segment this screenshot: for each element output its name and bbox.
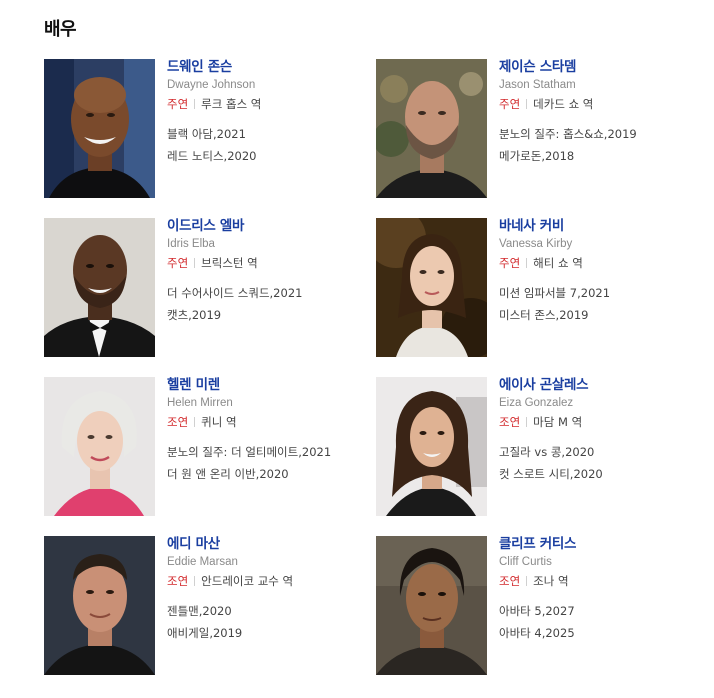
actor-photo[interactable] bbox=[44, 59, 155, 198]
divider bbox=[526, 576, 528, 586]
filmography-link[interactable]: 아바타 4,2025 bbox=[499, 622, 699, 644]
filmography-link[interactable]: 컷 스로트 시티,2020 bbox=[499, 463, 699, 485]
actor-english-name: Eiza Gonzalez bbox=[499, 397, 574, 409]
actor-card: 바네사 커비 Vanessa Kirby 주연 해티 쇼 역 미션 임파서블 7,… bbox=[376, 218, 696, 358]
actor-photo[interactable] bbox=[376, 59, 487, 198]
filmography-link[interactable]: 아바타 5,2027 bbox=[499, 600, 699, 622]
actor-english-name: Eddie Marsan bbox=[167, 556, 238, 568]
actor-english-name: Idris Elba bbox=[167, 238, 215, 250]
role-type-label: 주연 bbox=[167, 97, 189, 111]
filmography-link[interactable]: 더 원 앤 온리 이반,2020 bbox=[167, 463, 367, 485]
filmography-link[interactable]: 미션 임파서블 7,2021 bbox=[499, 282, 699, 304]
filmography-link[interactable]: 더 수어사이드 스쿼드,2021 bbox=[167, 282, 367, 304]
actor-card: 에디 마산 Eddie Marsan 조연 안드레이코 교수 역 젠틀맨,2020… bbox=[44, 536, 364, 676]
divider bbox=[194, 99, 196, 109]
actor-english-name: Vanessa Kirby bbox=[499, 238, 573, 250]
role-name: 퀴니 역 bbox=[201, 415, 237, 429]
actor-english-name: Cliff Curtis bbox=[499, 556, 552, 568]
filmography-link[interactable]: 블랙 아담,2021 bbox=[167, 123, 367, 145]
role-type-label: 주연 bbox=[167, 256, 189, 270]
role-name: 안드레이코 교수 역 bbox=[201, 574, 294, 588]
role-type-label: 주연 bbox=[499, 97, 521, 111]
section-title: 배우 bbox=[44, 19, 77, 40]
actor-photo[interactable] bbox=[376, 218, 487, 357]
actor-card: 드웨인 존슨 Dwayne Johnson 주연 루크 홉스 역 블랙 아담,20… bbox=[44, 59, 364, 199]
actor-card: 제이슨 스타뎀 Jason Statham 주연 데카드 쇼 역 분노의 질주: … bbox=[376, 59, 696, 199]
divider bbox=[526, 258, 528, 268]
divider bbox=[194, 258, 196, 268]
actor-card: 헬렌 미렌 Helen Mirren 조연 퀴니 역 분노의 질주: 더 얼티메이… bbox=[44, 377, 364, 517]
filmography-link[interactable]: 분노의 질주: 더 얼티메이트,2021 bbox=[167, 441, 367, 463]
role-name: 루크 홉스 역 bbox=[201, 97, 262, 111]
actor-card: 이드리스 엘바 Idris Elba 주연 브릭스턴 역 더 수어사이드 스쿼드,… bbox=[44, 218, 364, 358]
actor-name[interactable]: 클리프 커티스 bbox=[499, 536, 699, 552]
actor-name[interactable]: 이드리스 엘바 bbox=[167, 218, 367, 234]
role-name: 데카드 쇼 역 bbox=[533, 97, 594, 111]
actor-card: 에이사 곤살레스 Eiza Gonzalez 조연 마담 M 역 고질라 vs 콩… bbox=[376, 377, 696, 517]
filmography-link[interactable]: 애비게일,2019 bbox=[167, 622, 367, 644]
actor-photo[interactable] bbox=[44, 536, 155, 675]
role-type-label: 조연 bbox=[499, 574, 521, 588]
role-name: 조나 역 bbox=[533, 574, 569, 588]
role-name: 해티 쇼 역 bbox=[533, 256, 583, 270]
filmography-link[interactable]: 메가로돈,2018 bbox=[499, 145, 699, 167]
actor-photo[interactable] bbox=[44, 377, 155, 516]
actor-photo[interactable] bbox=[376, 536, 487, 675]
actor-english-name: Dwayne Johnson bbox=[167, 79, 256, 91]
actor-photo[interactable] bbox=[376, 377, 487, 516]
actor-photo[interactable] bbox=[44, 218, 155, 357]
actor-name[interactable]: 드웨인 존슨 bbox=[167, 59, 367, 75]
filmography-link[interactable]: 고질라 vs 콩,2020 bbox=[499, 441, 699, 463]
filmography-link[interactable]: 레드 노티스,2020 bbox=[167, 145, 367, 167]
actor-name[interactable]: 헬렌 미렌 bbox=[167, 377, 367, 393]
role-name: 마담 M 역 bbox=[533, 415, 583, 429]
actor-name[interactable]: 에디 마산 bbox=[167, 536, 367, 552]
actor-name[interactable]: 바네사 커비 bbox=[499, 218, 699, 234]
divider bbox=[526, 99, 528, 109]
role-type-label: 조연 bbox=[167, 574, 189, 588]
role-type-label: 조연 bbox=[167, 415, 189, 429]
divider bbox=[194, 576, 196, 586]
filmography-link[interactable]: 미스터 존스,2019 bbox=[499, 304, 699, 326]
role-name: 브릭스턴 역 bbox=[201, 256, 258, 270]
filmography-link[interactable]: 젠틀맨,2020 bbox=[167, 600, 367, 622]
role-type-label: 주연 bbox=[499, 256, 521, 270]
actor-english-name: Jason Statham bbox=[499, 79, 576, 91]
actor-card: 클리프 커티스 Cliff Curtis 조연 조나 역 아바타 5,2027 아… bbox=[376, 536, 696, 676]
actor-name[interactable]: 제이슨 스타뎀 bbox=[499, 59, 699, 75]
actor-english-name: Helen Mirren bbox=[167, 397, 233, 409]
divider bbox=[526, 417, 528, 427]
filmography-link[interactable]: 캣츠,2019 bbox=[167, 304, 367, 326]
actor-name[interactable]: 에이사 곤살레스 bbox=[499, 377, 699, 393]
role-type-label: 조연 bbox=[499, 415, 521, 429]
filmography-link[interactable]: 분노의 질주: 홉스&쇼,2019 bbox=[499, 123, 699, 145]
divider bbox=[194, 417, 196, 427]
